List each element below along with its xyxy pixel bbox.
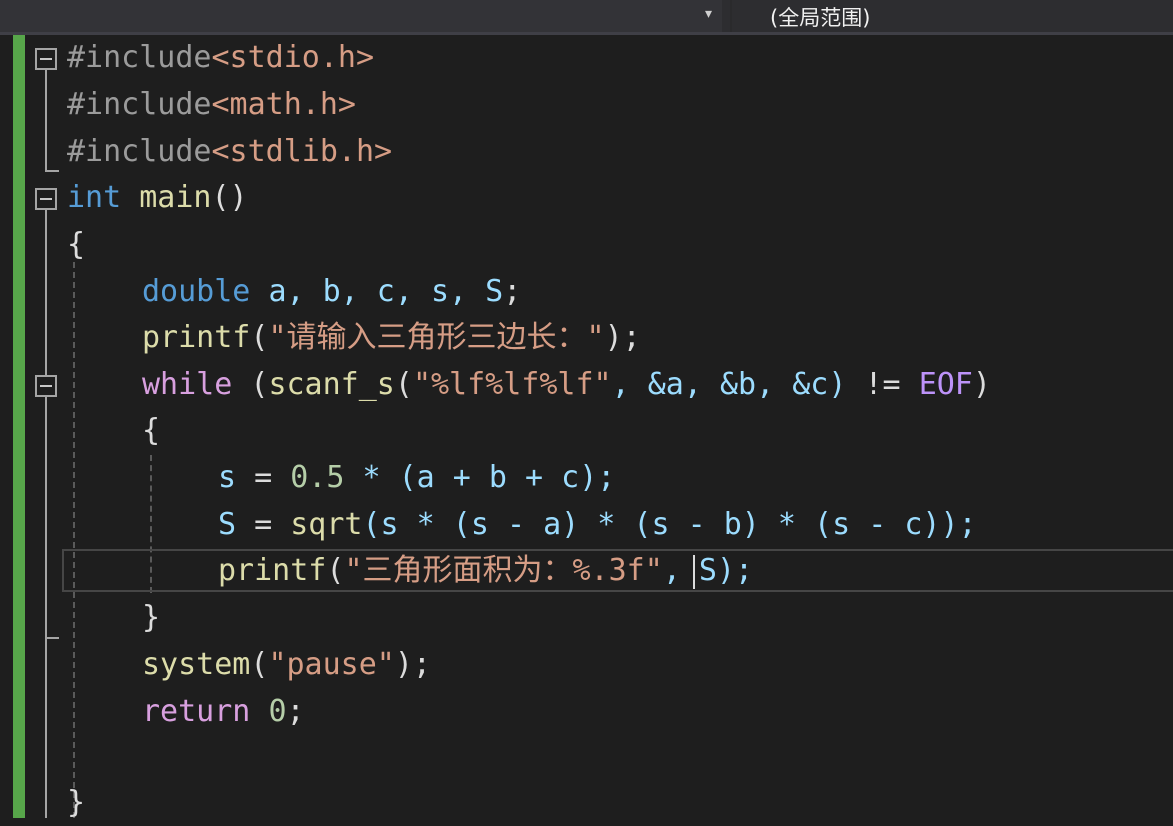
macro: EOF [918,367,973,402]
close-brace: } [67,785,86,820]
variable-list: a, b, c, s, S [268,274,504,309]
number-literal: 0 [268,694,287,729]
collapse-icon[interactable] [35,188,57,210]
preprocessor-directive: #include [67,40,212,75]
string-literal: "请输入三角形三边长：" [268,320,605,355]
scope-dropdown[interactable]: (全局范围) [770,2,870,32]
string-literal: "%lf%lf%lf" [412,367,612,402]
code-line-9[interactable]: { [142,408,160,454]
paren-close: ) [972,367,991,402]
text-caret [693,555,695,589]
operator: = [236,460,291,495]
outline-end [45,170,59,172]
expression: * (a + b + c); [344,460,616,495]
open-brace: { [67,227,86,262]
variable: s [218,460,237,495]
string-literal: "pause" [268,647,395,682]
collapse-icon[interactable] [35,48,57,70]
collapse-icon[interactable] [35,375,57,397]
type-keyword: double [142,274,251,309]
type-keyword: int [67,180,122,215]
code-line-5[interactable]: { [67,222,85,268]
preprocessor-directive: #include [67,134,212,169]
expression: (s * (s - a) * (s - b) * (s - c)); [362,507,977,542]
code-line-4[interactable]: int main() [67,175,248,221]
paren: ( [394,367,413,402]
code-line-14[interactable]: system("pause"); [142,642,431,688]
operator: != [846,367,919,402]
function-call: scanf_s [268,367,395,402]
operator: = [236,507,291,542]
semicolon: ; [286,694,305,729]
function-call: printf [142,320,251,355]
code-line-10[interactable]: s = 0.5 * (a + b + c); [218,455,615,501]
function-call: sqrt [290,507,363,542]
paren: ( [250,320,269,355]
code-line-2[interactable]: #include<math.h> [67,82,356,128]
arguments: , &a, &b, &c) [611,367,847,402]
change-indicator-bar [13,35,25,818]
function-call: printf [218,553,327,588]
code-line-7[interactable]: printf("请输入三角形三边长："); [142,315,641,361]
code-line-11[interactable]: S = sqrt(s * (s - a) * (s - b) * (s - c)… [218,502,977,548]
code-line-12[interactable]: printf("三角形面积为：%.3f", S); [218,548,753,594]
parens: () [211,180,248,215]
member-dropdown[interactable] [0,0,722,32]
code-line-3[interactable]: #include<stdlib.h> [67,129,392,175]
close-brace: } [142,600,161,635]
chevron-down-icon[interactable]: ▾ [705,6,712,22]
semicolon: ; [503,274,522,309]
code-line-17[interactable]: } [67,780,85,826]
paren-close: ); [394,647,431,682]
include-header: <stdio.h> [211,40,375,75]
arguments: , S); [662,553,754,588]
number-literal: 0.5 [290,460,345,495]
outline-line [45,639,47,818]
outline-line [45,210,47,385]
variable: S [218,507,237,542]
include-header: <math.h> [211,87,357,122]
paren-close: ); [604,320,641,355]
function-call: system [142,647,251,682]
control-keyword: while [142,367,233,402]
outline-line [45,70,47,172]
code-line-8[interactable]: while (scanf_s("%lf%lf%lf", &a, &b, &c) … [142,362,991,408]
divider [730,0,732,32]
indent-guide [73,262,75,818]
function-name: main [139,180,212,215]
outline-line [45,397,47,639]
paren: ( [326,553,345,588]
include-header: <stdlib.h> [211,134,393,169]
preprocessor-directive: #include [67,87,212,122]
paren: ( [250,647,269,682]
code-line-1[interactable]: #include<stdio.h> [67,35,374,81]
string-literal: "三角形面积为：%.3f" [344,553,663,588]
navigation-bar: ▾ (全局范围) [0,0,1173,32]
code-line-13[interactable]: } [142,595,160,641]
code-line-6[interactable]: double a, b, c, s, S; [142,269,521,315]
open-brace: { [142,413,161,448]
control-keyword: return [142,694,251,729]
paren: ( [232,367,269,402]
outline-end [45,637,59,639]
code-line-15[interactable]: return 0; [142,689,305,735]
